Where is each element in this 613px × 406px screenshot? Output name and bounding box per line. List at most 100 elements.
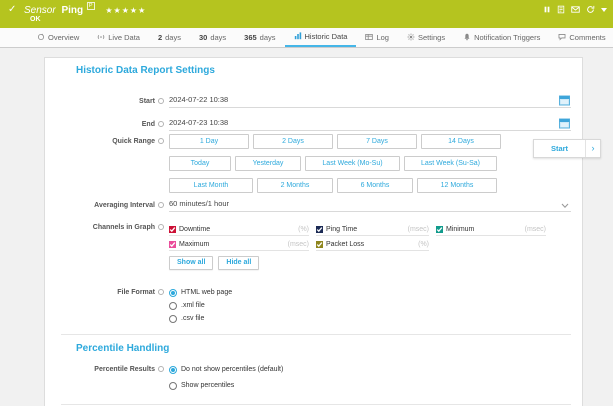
quick-range-last-week-mo-su[interactable]: Last Week (Mo-Su) xyxy=(305,156,400,171)
section-title-historic-data: Historic Data Report Settings xyxy=(76,65,215,76)
averaging-interval-value: 60 minutes/1 hour xyxy=(169,199,229,208)
quick-range-yesterday[interactable]: Yesterday xyxy=(235,156,301,171)
radio-xml-file[interactable] xyxy=(169,302,177,310)
gear-icon xyxy=(407,33,415,43)
show-all-button[interactable]: Show all xyxy=(169,256,213,270)
tab-live-data[interactable]: Live Data xyxy=(88,28,149,47)
pause-icon[interactable] xyxy=(543,5,551,14)
start-button-label[interactable]: Start xyxy=(534,140,585,157)
channel-checkbox[interactable] xyxy=(436,226,443,233)
tab-bar: Overview Live Data 2days 30days 365days … xyxy=(0,28,613,48)
averaging-interval-select[interactable]: 60 minutes/1 hour xyxy=(169,199,571,212)
tab-notification-triggers[interactable]: Notification Triggers xyxy=(454,28,549,47)
sensor-title: Sensor Ping P ★★★★★ xyxy=(24,3,146,16)
live-data-icon xyxy=(97,33,105,43)
channel-maximum: Maximum (msec) xyxy=(169,239,309,251)
quick-range-14-days[interactable]: 14 Days xyxy=(421,134,501,149)
tab-365-days[interactable]: 365days xyxy=(235,28,284,47)
info-icon[interactable] xyxy=(158,138,164,144)
quick-range-row-3: Last Month 2 Months 6 Months 12 Months xyxy=(169,178,501,193)
quick-range-row-1: 1 Day 2 Days 7 Days 14 Days xyxy=(169,134,501,149)
channel-ping-time: Ping Time (msec) xyxy=(316,224,429,236)
start-label: Start xyxy=(45,98,164,105)
quick-range-2-months[interactable]: 2 Months xyxy=(257,178,333,193)
quick-range-today[interactable]: Today xyxy=(169,156,231,171)
report-icon[interactable] xyxy=(557,5,565,14)
channel-packet-loss: Packet Loss (%) xyxy=(316,239,429,251)
start-date-field[interactable]: 2024-07-22 10:38 xyxy=(169,95,571,108)
sensor-type-label: Sensor xyxy=(24,5,56,16)
refresh-icon[interactable] xyxy=(586,5,595,14)
file-format-option-xml: .xml file xyxy=(169,300,205,311)
quick-range-1-day[interactable]: 1 Day xyxy=(169,134,249,149)
quick-range-row-2: Today Yesterday Last Week (Mo-Su) Last W… xyxy=(169,156,501,171)
quick-range-last-month[interactable]: Last Month xyxy=(169,178,253,193)
chevron-down-icon xyxy=(561,202,569,211)
comments-icon xyxy=(558,33,566,43)
priority-stars[interactable]: ★★★★★ xyxy=(105,6,146,15)
channel-checkbox[interactable] xyxy=(169,226,176,233)
quick-range-6-months[interactable]: 6 Months xyxy=(337,178,413,193)
sensor-name[interactable]: Ping xyxy=(61,5,83,16)
tab-historic-data[interactable]: Historic Data xyxy=(285,28,357,47)
quick-range-7-days[interactable]: 7 Days xyxy=(337,134,417,149)
tab-overview[interactable]: Overview xyxy=(28,28,88,47)
radio-html-web-page[interactable] xyxy=(169,289,177,297)
tab-log[interactable]: Log xyxy=(356,28,398,47)
log-icon xyxy=(365,33,373,43)
quick-range-label: Quick Range xyxy=(45,138,164,145)
radio-show-percentiles[interactable] xyxy=(169,382,177,390)
bell-icon xyxy=(463,33,471,43)
tab-2-days[interactable]: 2days xyxy=(149,28,190,47)
info-icon[interactable] xyxy=(158,366,164,372)
section-divider xyxy=(61,334,571,335)
calendar-icon[interactable] xyxy=(559,95,570,108)
email-icon[interactable] xyxy=(571,5,580,14)
tab-30-days[interactable]: 30days xyxy=(190,28,235,47)
prtg-sensor-page: ✓ Sensor Ping P ★★★★★ OK Overview Live D… xyxy=(0,0,613,406)
sensor-title-bar: ✓ Sensor Ping P ★★★★★ OK xyxy=(0,0,613,28)
status-check-icon: ✓ xyxy=(8,4,16,15)
sensor-superscript-badge: P xyxy=(87,2,95,10)
calendar-icon[interactable] xyxy=(559,118,570,131)
quick-range-last-week-su-sa[interactable]: Last Week (Su-Sa) xyxy=(404,156,497,171)
settings-card: Historic Data Report Settings Start 2024… xyxy=(44,57,583,406)
radio-do-not-show-percentiles[interactable] xyxy=(169,366,177,374)
tab-comments[interactable]: Comments xyxy=(549,28,613,47)
channel-downtime: Downtime (%) xyxy=(169,224,309,236)
section-title-percentile: Percentile Handling xyxy=(76,343,169,354)
file-format-option-csv: .csv file xyxy=(169,313,204,324)
channel-checkbox[interactable] xyxy=(316,241,323,248)
end-date-field[interactable]: 2024-07-23 10:38 xyxy=(169,118,571,131)
start-date-value: 2024-07-22 10:38 xyxy=(169,95,228,104)
historic-data-icon xyxy=(294,32,302,42)
info-icon[interactable] xyxy=(158,121,164,127)
hide-all-button[interactable]: Hide all xyxy=(218,256,259,270)
percentile-option-show: Show percentiles xyxy=(169,380,234,391)
averaging-interval-label: Averaging Interval xyxy=(45,202,164,209)
status-badge: OK xyxy=(30,16,41,23)
info-icon[interactable] xyxy=(158,289,164,295)
caret-down-icon[interactable] xyxy=(601,8,607,12)
channel-checkbox[interactable] xyxy=(316,226,323,233)
end-date-value: 2024-07-23 10:38 xyxy=(169,118,228,127)
end-label: End xyxy=(45,121,164,128)
bottom-divider xyxy=(61,404,571,405)
info-icon[interactable] xyxy=(158,98,164,104)
quick-range-12-months[interactable]: 12 Months xyxy=(417,178,497,193)
info-icon[interactable] xyxy=(158,202,164,208)
file-format-option-html: HTML web page xyxy=(169,287,232,298)
start-report-button[interactable]: Start › xyxy=(533,139,601,158)
channel-minimum: Minimum (msec) xyxy=(436,224,546,236)
percentile-results-label: Percentile Results xyxy=(45,366,164,373)
chevron-right-icon[interactable]: › xyxy=(585,140,600,157)
radio-csv-file[interactable] xyxy=(169,315,177,323)
quick-range-2-days[interactable]: 2 Days xyxy=(253,134,333,149)
file-format-label: File Format xyxy=(45,289,164,296)
overview-icon xyxy=(37,33,45,43)
percentile-option-none: Do not show percentiles (default) xyxy=(169,364,283,375)
tab-settings[interactable]: Settings xyxy=(398,28,454,47)
channels-in-graph-label: Channels in Graph xyxy=(45,224,164,231)
channel-checkbox[interactable] xyxy=(169,241,176,248)
info-icon[interactable] xyxy=(158,224,164,230)
